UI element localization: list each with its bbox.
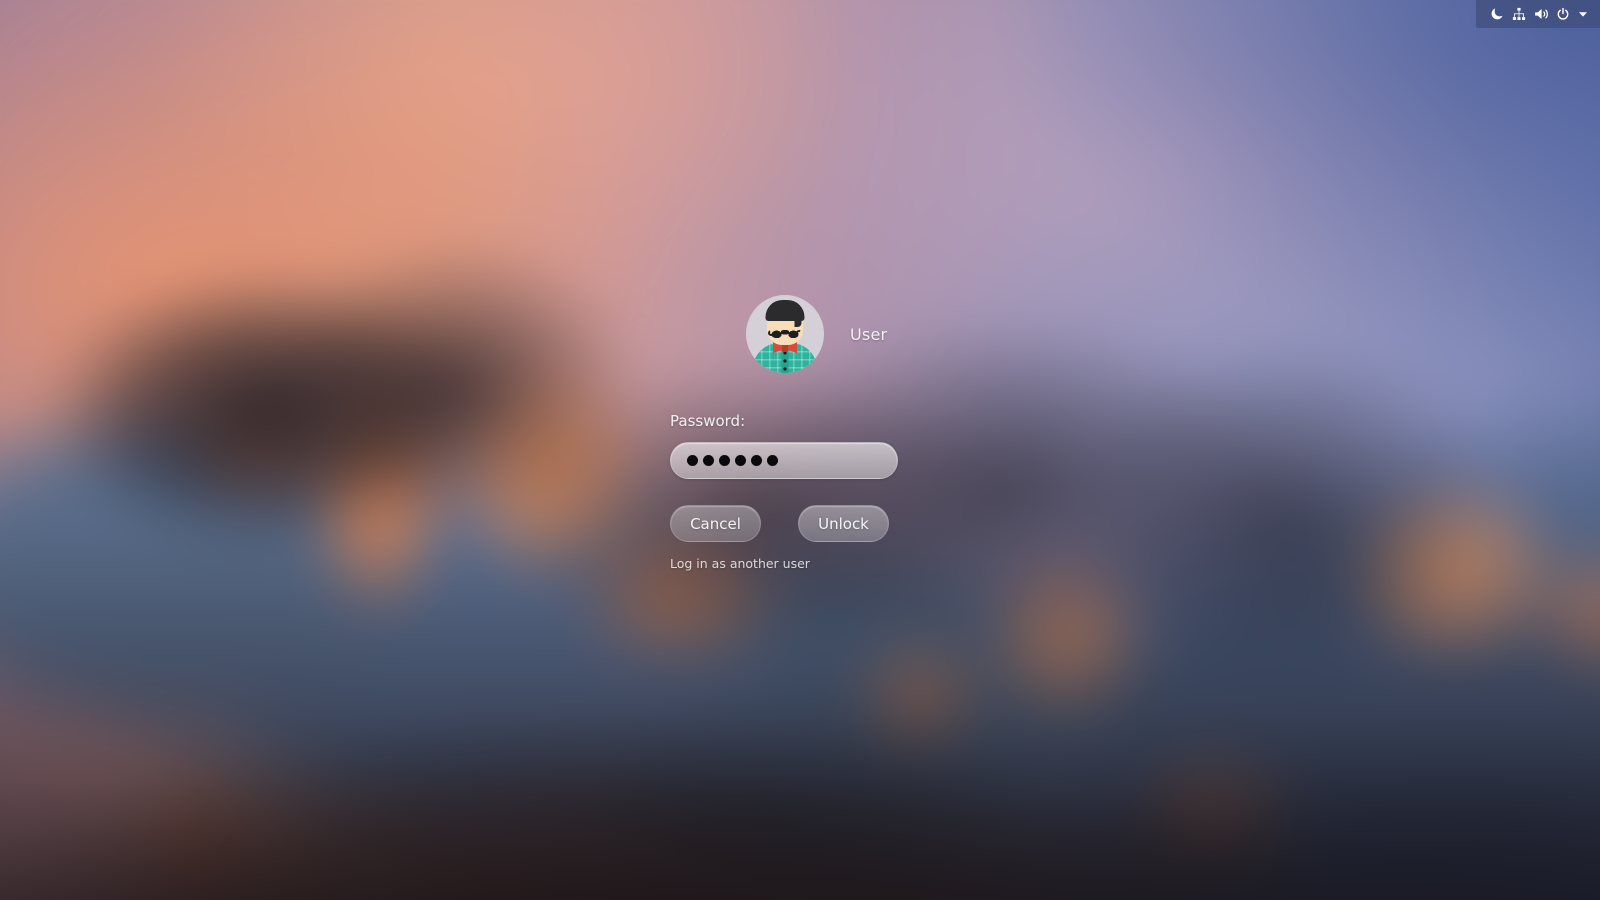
password-dot [703,455,714,466]
night-mode-icon[interactable] [1486,0,1508,28]
dialog-buttons: Cancel Unlock [670,505,1090,542]
unlock-button[interactable]: Unlock [798,505,889,542]
avatar[interactable] [746,295,824,373]
network-icon[interactable] [1508,0,1530,28]
password-masked-value [687,455,778,466]
user-row: User [746,290,1090,378]
password-dot [719,455,730,466]
cancel-button[interactable]: Cancel [670,505,761,542]
log-in-as-another-user-link[interactable]: Log in as another user [670,556,1090,571]
power-icon[interactable] [1552,0,1574,28]
password-dot [751,455,762,466]
user-name-label: User [850,324,888,344]
avatar-shirt-buttons [783,351,787,371]
lock-screen: User Password: Cancel Unlock Log in as a… [0,0,1600,900]
chevron-down-icon[interactable] [1574,0,1592,28]
password-input[interactable] [670,442,898,479]
password-label: Password: [670,412,746,430]
password-dot [735,455,746,466]
unlock-dialog: User Password: Cancel Unlock Log in as a… [670,290,1090,571]
password-dot [767,455,778,466]
system-status-panel [1476,0,1600,28]
password-dot [687,455,698,466]
avatar-hair-side [794,315,802,327]
volume-icon[interactable] [1530,0,1552,28]
avatar-bowtie-knot [782,344,788,352]
